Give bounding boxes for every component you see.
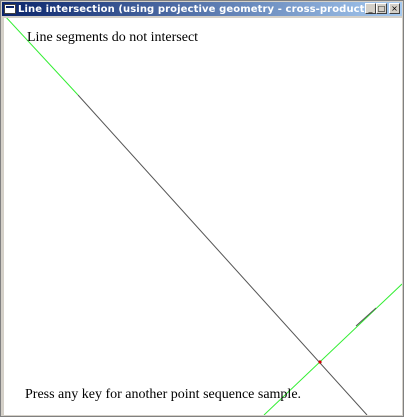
close-button[interactable]: × (389, 3, 400, 14)
segment-2 (355, 307, 377, 327)
window-icon[interactable] (4, 4, 16, 14)
instruction-message: Press any key for another point sequence… (25, 387, 302, 402)
window-controls: _ □ × (365, 3, 400, 14)
window-title: Line intersection (using projective geom… (18, 3, 370, 15)
minimize-button[interactable]: _ (365, 3, 376, 14)
status-message: Line segments do not intersect (27, 30, 199, 45)
intersection-point (318, 360, 322, 364)
geometry-drawing (6, 18, 402, 415)
app-window: Line intersection (using projective geom… (0, 0, 404, 417)
maximize-button[interactable]: □ (376, 3, 387, 14)
drawing-canvas[interactable]: Line segments do not intersect Press any… (4, 18, 402, 415)
segment-1 (77, 94, 368, 415)
title-bar[interactable]: Line intersection (using projective geom… (2, 2, 402, 16)
